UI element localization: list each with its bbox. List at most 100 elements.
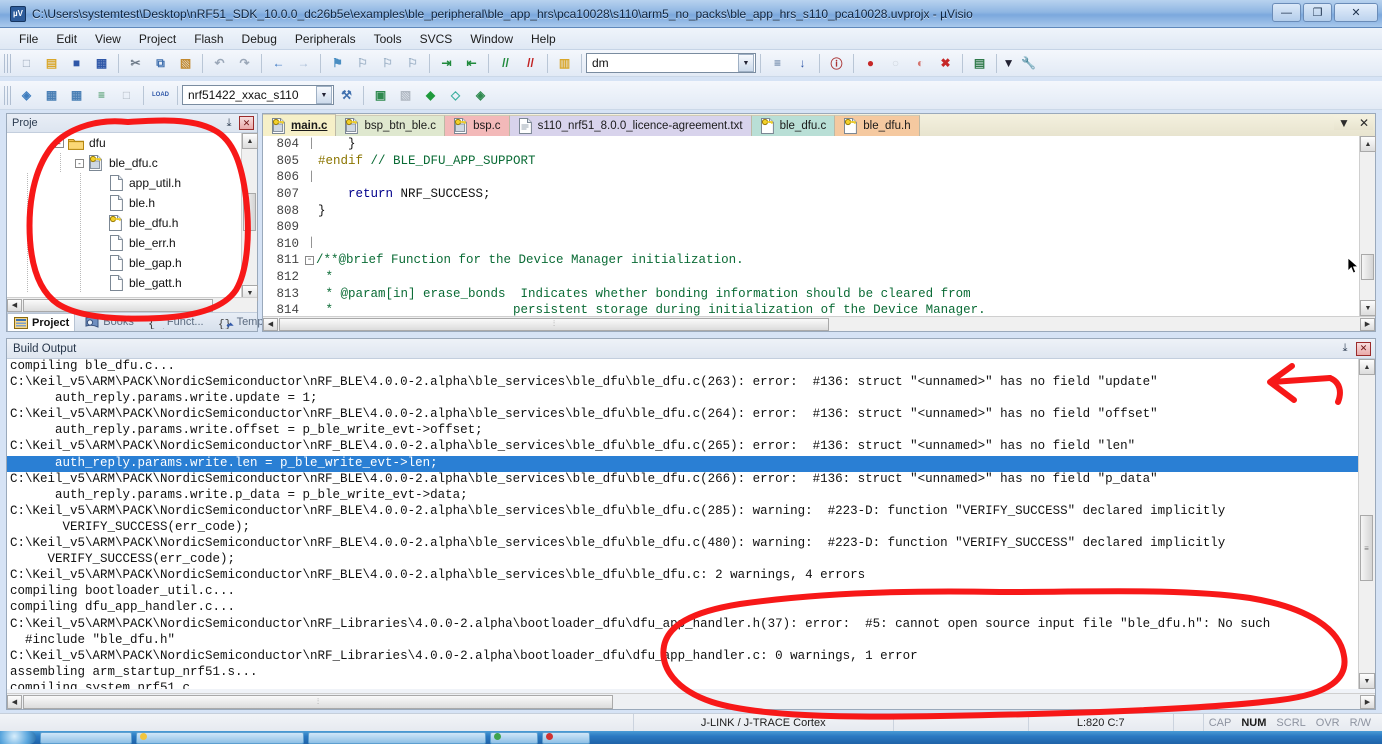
window-layout-button[interactable]: ▤ bbox=[968, 52, 991, 74]
project-pane-tab-project[interactable]: Project bbox=[7, 313, 76, 331]
taskbar-item[interactable] bbox=[308, 731, 486, 744]
navigate-forward-button[interactable]: → bbox=[292, 52, 315, 74]
scroll-down-icon[interactable]: ▼ bbox=[1359, 673, 1375, 689]
hscroll-thumb[interactable]: ⫶ bbox=[279, 317, 829, 331]
build-output-line[interactable]: compiling system_nrf51.c... bbox=[7, 681, 1358, 689]
code-line[interactable]: 805 #endif // BLE_DFU_APP_SUPPORT bbox=[263, 153, 1359, 170]
navigate-back-button[interactable]: ← bbox=[267, 52, 290, 74]
build-output-line[interactable]: compiling bootloader_util.c... bbox=[7, 584, 1358, 600]
scroll-down-icon[interactable]: ▼ bbox=[1360, 300, 1376, 316]
code-line[interactable]: 811-/**@brief Function for the Device Ma… bbox=[263, 252, 1359, 269]
open-include-button[interactable]: ▥ bbox=[553, 52, 576, 74]
taskbar-item[interactable] bbox=[542, 731, 590, 744]
scroll-right-icon[interactable]: ▶ bbox=[1360, 694, 1375, 709]
hscroll-thumb[interactable]: ⫶ bbox=[23, 694, 613, 709]
bookmark-clear-button[interactable]: ⚐ bbox=[401, 52, 424, 74]
code-line[interactable]: 807 return NRF_SUCCESS; bbox=[263, 186, 1359, 203]
scroll-right-icon[interactable]: ▶ bbox=[1360, 317, 1375, 331]
chevron-down-icon[interactable]: ▼ bbox=[738, 54, 754, 72]
paste-button[interactable]: ▧ bbox=[174, 52, 197, 74]
build-output-line[interactable]: auth_reply.params.write.update = 1; bbox=[7, 391, 1358, 407]
find-combo[interactable]: dm ▼ bbox=[586, 53, 756, 73]
insert-breakpoint-button[interactable]: ● bbox=[859, 52, 882, 74]
rebuild-button[interactable]: ▦ bbox=[65, 84, 88, 106]
menu-item-debug[interactable]: Debug bbox=[233, 29, 286, 49]
close-icon[interactable]: ✕ bbox=[239, 116, 254, 130]
project-tree[interactable]: - dfu - ble_dfu.c app_util.h ble.h ble_dfu.h bl… bbox=[7, 133, 257, 301]
project-tree-hscrollbar[interactable]: ◀ bbox=[7, 297, 257, 312]
pin-icon[interactable]: ⤓ bbox=[1338, 342, 1352, 355]
stop-build-button[interactable]: □ bbox=[115, 84, 138, 106]
windows-taskbar[interactable] bbox=[0, 731, 1382, 744]
editor-tab-main-c[interactable]: main.c bbox=[263, 114, 337, 136]
outdent-button[interactable]: ⇤ bbox=[460, 52, 483, 74]
build-output-line[interactable]: C:\Keil_v5\ARM\PACK\NordicSemiconductor\… bbox=[7, 407, 1358, 423]
menu-item-file[interactable]: File bbox=[10, 29, 47, 49]
download-button[interactable]: LOAD bbox=[149, 84, 172, 106]
code-fold-marker[interactable]: │ bbox=[305, 238, 318, 249]
editor-tab-bsp-c[interactable]: bsp.c bbox=[445, 115, 510, 136]
build-output-line[interactable]: C:\Keil_v5\ARM\PACK\NordicSemiconductor\… bbox=[7, 536, 1358, 552]
uncomment-button[interactable]: // bbox=[519, 52, 542, 74]
editor-tab-strip[interactable]: main.c bsp_btn_ble.c bsp.c s110_nrf51_8.0.0… bbox=[263, 114, 1375, 136]
editor-vscrollbar[interactable]: ▲ ▼ bbox=[1359, 136, 1376, 316]
code-line[interactable]: 806 │ bbox=[263, 169, 1359, 186]
project-pane-tabs[interactable]: ProjectBooks{ }Funct...{}Temp... bbox=[7, 312, 273, 331]
bookmark-next-button[interactable]: ⚐ bbox=[376, 52, 399, 74]
new-file-button[interactable]: □ bbox=[15, 52, 38, 74]
editor-tab-ble_dfu-h[interactable]: ble_dfu.h bbox=[835, 115, 920, 136]
indent-button[interactable]: ⇥ bbox=[435, 52, 458, 74]
find-combo-value[interactable]: dm bbox=[592, 56, 738, 70]
project-tree-item[interactable]: ble_gatt.h bbox=[7, 273, 257, 293]
pack-installer-button[interactable]: ◆ bbox=[419, 84, 442, 106]
translate-button[interactable]: ◈ bbox=[15, 84, 38, 106]
close-tab-icon[interactable]: ✕ bbox=[1359, 116, 1369, 130]
code-fold-marker[interactable]: - bbox=[305, 255, 314, 265]
minimize-button[interactable]: — bbox=[1272, 3, 1301, 22]
window-title-bar[interactable]: µV C:\Users\systemtest\Desktop\nRF51_SDK… bbox=[0, 0, 1382, 28]
project-tree-item[interactable]: ble.h bbox=[7, 193, 257, 213]
scroll-up-icon[interactable]: ▲ bbox=[1359, 359, 1375, 375]
build-output-line[interactable]: C:\Keil_v5\ARM\PACK\NordicSemiconductor\… bbox=[7, 504, 1358, 520]
build-toolbar[interactable]: ◈ ▦ ▦ ≡ □ LOAD nrf51422_xxac_s110 ▼ ⚒ ▣ ▧ ◆ ◇ ◈ bbox=[0, 81, 1382, 110]
build-output-line[interactable]: assembling arm_startup_nrf51.s... bbox=[7, 665, 1358, 681]
copy-button[interactable]: ⧉ bbox=[149, 52, 172, 74]
scroll-left-icon[interactable]: ◀ bbox=[7, 694, 22, 709]
scroll-up-icon[interactable]: ▲ bbox=[1360, 136, 1376, 152]
taskbar-item[interactable] bbox=[490, 731, 538, 744]
build-output-line[interactable]: #include "ble_dfu.h" bbox=[7, 633, 1358, 649]
taskbar-item[interactable] bbox=[40, 731, 132, 744]
save-all-button[interactable]: ▦ bbox=[90, 52, 113, 74]
build-output-line[interactable]: C:\Keil_v5\ARM\PACK\NordicSemiconductor\… bbox=[7, 439, 1358, 455]
menu-item-tools[interactable]: Tools bbox=[365, 29, 411, 49]
maximize-button[interactable]: ❐ bbox=[1303, 3, 1332, 22]
build-output-line[interactable]: auth_reply.params.write.len = p_ble_writ… bbox=[7, 455, 1358, 472]
build-output-line[interactable]: VERIFY_SUCCESS(err_code); bbox=[7, 520, 1358, 536]
build-button[interactable]: ▦ bbox=[40, 84, 63, 106]
project-tree-item[interactable]: - ble_dfu.c bbox=[7, 153, 257, 173]
manage-run-time-env-button[interactable]: ◇ bbox=[444, 84, 467, 106]
menu-item-flash[interactable]: Flash bbox=[185, 29, 232, 49]
scroll-up-icon[interactable]: ▲ bbox=[242, 133, 258, 149]
kill-all-breakpoints-button[interactable]: ✖ bbox=[934, 52, 957, 74]
tree-expander-icon[interactable]: - bbox=[75, 158, 84, 168]
project-pane-tab-funct[interactable]: { }Funct... bbox=[143, 313, 209, 331]
undo-button[interactable]: ↶ bbox=[208, 52, 231, 74]
menu-item-peripherals[interactable]: Peripherals bbox=[286, 29, 365, 49]
window-layout-dropdown-button[interactable]: ▼ bbox=[1002, 52, 1015, 74]
scroll-left-icon[interactable]: ◀ bbox=[263, 317, 278, 331]
menu-bar[interactable]: File Edit View Project Flash Debug Peripherals… bbox=[0, 28, 1382, 50]
editor-tab-s110_nrf51_8-0-0_licence-agreement-txt[interactable]: s110_nrf51_8.0.0_licence-agreement.txt bbox=[509, 115, 752, 136]
tree-expander-icon[interactable]: - bbox=[55, 138, 64, 148]
build-output-hscrollbar[interactable]: ◀ ⫶ ▶ bbox=[7, 693, 1375, 709]
toolbar-grip[interactable] bbox=[4, 53, 11, 73]
menu-item-help[interactable]: Help bbox=[522, 29, 565, 49]
toolbar-grip[interactable] bbox=[4, 85, 11, 105]
manage-project-items-button[interactable]: ▣ bbox=[369, 84, 392, 106]
window-controls[interactable]: — ❐ ✕ bbox=[1272, 3, 1378, 22]
disable-breakpoint-button[interactable]: ○ bbox=[884, 52, 907, 74]
project-tree-item[interactable]: ble_gap.h bbox=[7, 253, 257, 273]
build-output-vscrollbar[interactable]: ▲ ≡ ▼ bbox=[1359, 359, 1375, 689]
menu-item-project[interactable]: Project bbox=[130, 29, 185, 49]
chevron-down-icon[interactable]: ▼ bbox=[1338, 116, 1350, 130]
